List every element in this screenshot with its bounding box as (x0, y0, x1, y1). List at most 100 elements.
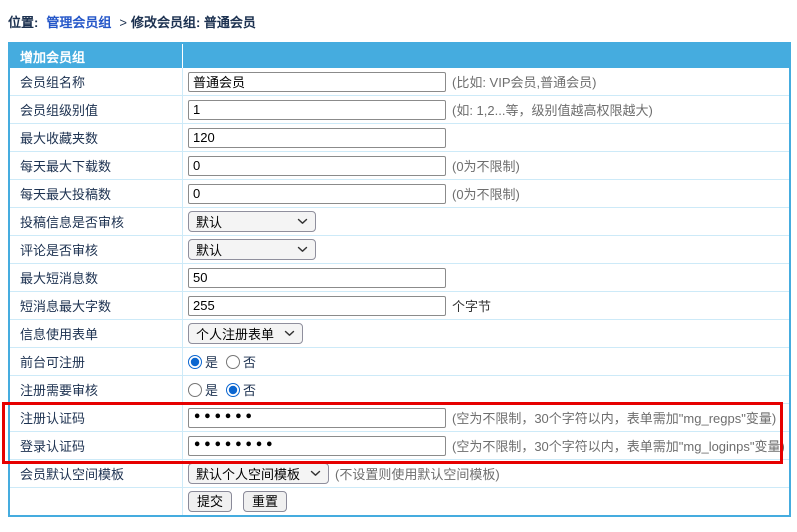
text-field[interactable] (188, 184, 446, 204)
form-table: 增加会员组 会员组名称 (比如: VIP会员,普通会员) 会员组级别值 (如: 1,2… (8, 42, 791, 517)
field-content: 默认 (183, 208, 789, 235)
breadcrumb-separator: > (119, 15, 127, 30)
header-divider (182, 44, 183, 68)
reset-button[interactable]: 重置 (243, 491, 287, 512)
select-dropdown[interactable]: 默认个人空间模板 (188, 463, 329, 484)
field-label: 前台可注册 (10, 348, 183, 375)
form-row: 注册认证码 (空为不限制，30个字符以内，表单需加"mg_regps"变量) (10, 403, 789, 431)
select-value: 默认 (196, 212, 222, 231)
radio-option[interactable]: 否 (226, 380, 256, 399)
field-content: (空为不限制，30个字符以内，表单需加"mg_loginps"变量) (183, 432, 789, 459)
select-dropdown[interactable]: 默认 (188, 211, 316, 232)
radio-label: 否 (243, 352, 256, 371)
form-row: 短消息最大字数 个字节 (10, 291, 789, 319)
field-label: 短消息最大字数 (10, 292, 183, 319)
form-actions-row: 提交重置 (10, 487, 789, 515)
chevron-down-icon (310, 470, 321, 477)
field-content (183, 124, 789, 151)
radio-label: 是 (205, 352, 218, 371)
radio-button[interactable] (188, 355, 202, 369)
radio-label: 否 (243, 380, 256, 399)
field-content: 是否 (183, 376, 789, 403)
password-field[interactable] (188, 408, 446, 428)
field-content: 个人注册表单 (183, 320, 789, 347)
field-label: 投稿信息是否审核 (10, 208, 183, 235)
form-actions: 提交重置 (183, 488, 789, 515)
radio-option[interactable]: 否 (226, 352, 256, 371)
breadcrumb-prefix: 位置: (8, 15, 38, 30)
radio-button[interactable] (226, 355, 240, 369)
text-field[interactable] (188, 128, 446, 148)
field-label: 最大短消息数 (10, 264, 183, 291)
field-hint: (不设置则使用默认空间模板) (335, 464, 500, 483)
chevron-down-icon (284, 330, 295, 337)
select-dropdown[interactable]: 默认 (188, 239, 316, 260)
field-content: (比如: VIP会员,普通会员) (183, 68, 789, 95)
field-label: 登录认证码 (10, 432, 183, 459)
field-label: 最大收藏夹数 (10, 124, 183, 151)
text-field[interactable] (188, 100, 446, 120)
field-suffix: 个字节 (452, 296, 491, 315)
breadcrumb-link-manage-groups[interactable]: 管理会员组 (46, 15, 111, 30)
text-field[interactable] (188, 296, 446, 316)
form-row: 会员默认空间模板默认个人空间模板 (不设置则使用默认空间模板) (10, 459, 789, 487)
form-row: 会员组名称 (比如: VIP会员,普通会员) (10, 68, 789, 95)
field-hint: (比如: VIP会员,普通会员) (452, 72, 596, 91)
field-content: (0为不限制) (183, 152, 789, 179)
field-hint: (如: 1,2...等，级别值越高权限越大) (452, 100, 653, 119)
form-row: 投稿信息是否审核默认 (10, 207, 789, 235)
field-label: 每天最大下载数 (10, 152, 183, 179)
select-dropdown[interactable]: 个人注册表单 (188, 323, 303, 344)
text-field[interactable] (188, 268, 446, 288)
field-label: 会员组名称 (10, 68, 183, 95)
radio-group: 是否 (188, 352, 256, 371)
submit-button[interactable]: 提交 (188, 491, 232, 512)
form-row: 每天最大下载数 (0为不限制) (10, 151, 789, 179)
field-hint: (空为不限制，30个字符以内，表单需加"mg_loginps"变量) (452, 436, 785, 455)
form-row: 注册需要审核是否 (10, 375, 789, 403)
form-table-header: 增加会员组 (10, 44, 789, 68)
radio-label: 是 (205, 380, 218, 399)
field-content: (空为不限制，30个字符以内，表单需加"mg_regps"变量) (183, 404, 789, 431)
field-content: (0为不限制) (183, 180, 789, 207)
form-table-title: 增加会员组 (10, 47, 85, 66)
password-field[interactable] (188, 436, 446, 456)
radio-option[interactable]: 是 (188, 352, 218, 371)
field-content (183, 264, 789, 291)
chevron-down-icon (297, 246, 308, 253)
form-row: 信息使用表单个人注册表单 (10, 319, 789, 347)
field-label: 会员组级别值 (10, 96, 183, 123)
field-content: 默认 (183, 236, 789, 263)
form-row: 前台可注册是否 (10, 347, 789, 375)
field-content: 个字节 (183, 292, 789, 319)
field-label: 评论是否审核 (10, 236, 183, 263)
radio-button[interactable] (188, 383, 202, 397)
text-field[interactable] (188, 156, 446, 176)
field-hint: (0为不限制) (452, 184, 520, 203)
radio-button[interactable] (226, 383, 240, 397)
field-label: 信息使用表单 (10, 320, 183, 347)
form-row: 评论是否审核默认 (10, 235, 789, 263)
field-hint: (0为不限制) (452, 156, 520, 175)
text-field[interactable] (188, 72, 446, 92)
form-row: 会员组级别值 (如: 1,2...等，级别值越高权限越大) (10, 95, 789, 123)
form-row: 最大短消息数 (10, 263, 789, 291)
breadcrumb: 位置: 管理会员组 > 修改会员组: 普通会员 (0, 0, 797, 42)
field-label: 注册需要审核 (10, 376, 183, 403)
form-row: 登录认证码 (空为不限制，30个字符以内，表单需加"mg_loginps"变量) (10, 431, 789, 459)
form-rows: 会员组名称 (比如: VIP会员,普通会员) 会员组级别值 (如: 1,2...等，级… (10, 68, 789, 515)
field-label: 会员默认空间模板 (10, 460, 183, 487)
field-label: 每天最大投稿数 (10, 180, 183, 207)
field-content: (如: 1,2...等，级别值越高权限越大) (183, 96, 789, 123)
breadcrumb-current: 修改会员组: 普通会员 (131, 15, 256, 30)
empty-label-cell (10, 488, 183, 515)
radio-option[interactable]: 是 (188, 380, 218, 399)
radio-group: 是否 (188, 380, 256, 399)
form-row: 每天最大投稿数 (0为不限制) (10, 179, 789, 207)
field-content: 是否 (183, 348, 789, 375)
field-hint: (空为不限制，30个字符以内，表单需加"mg_regps"变量) (452, 408, 776, 427)
field-label: 注册认证码 (10, 404, 183, 431)
form-row: 最大收藏夹数 (10, 123, 789, 151)
select-value: 个人注册表单 (196, 324, 274, 343)
field-content: 默认个人空间模板 (不设置则使用默认空间模板) (183, 460, 789, 487)
